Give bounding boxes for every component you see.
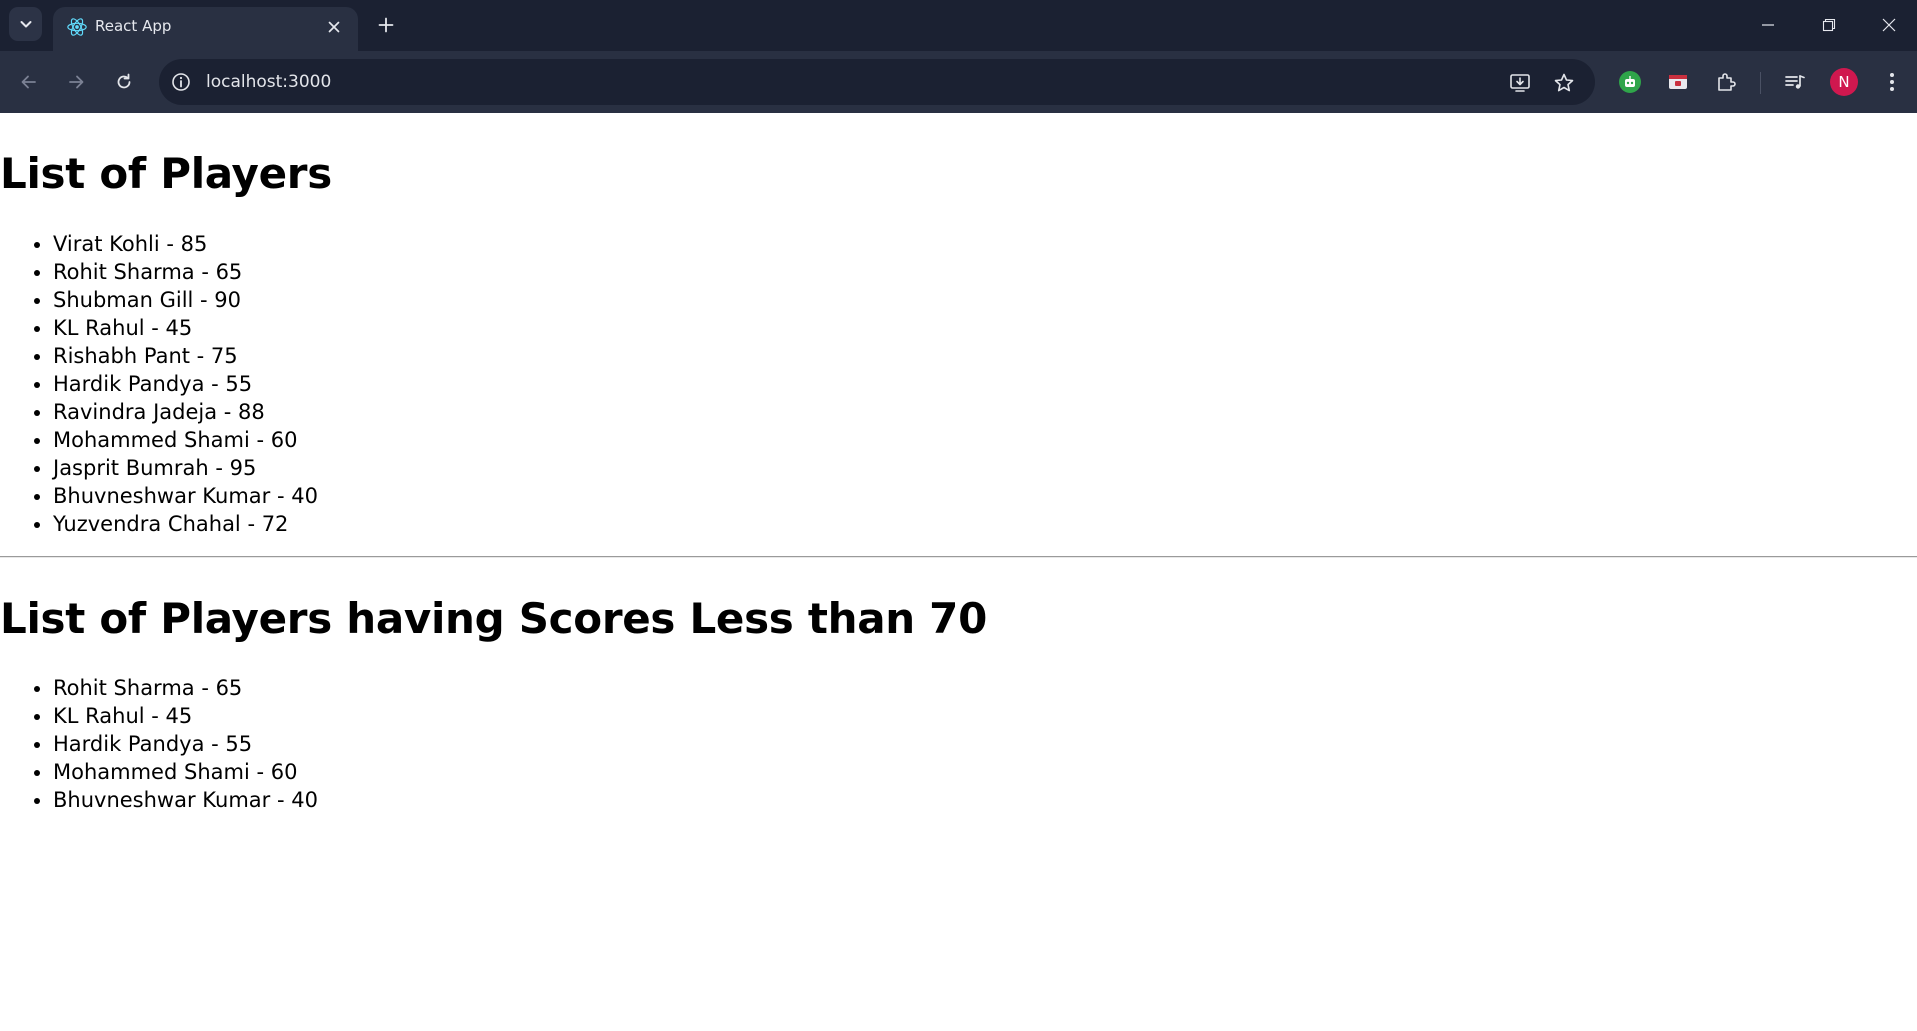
- extension-wallet-button[interactable]: [1662, 66, 1694, 98]
- media-control-icon: [1785, 75, 1805, 89]
- extensions-button[interactable]: [1710, 66, 1742, 98]
- list-item: Bhuvneshwar Kumar - 40: [53, 786, 318, 814]
- list-item: Ravindra Jadeja - 88: [53, 398, 318, 426]
- install-app-icon: [1510, 74, 1530, 92]
- profile-avatar[interactable]: N: [1830, 68, 1858, 96]
- list-item: Hardik Pandya - 55: [53, 370, 318, 398]
- browser-menu-button[interactable]: [1876, 66, 1908, 98]
- filtered-players-heading: List of Players having Scores Less than …: [0, 594, 988, 643]
- section-divider: [0, 556, 1917, 558]
- restore-icon: [1822, 18, 1836, 32]
- tab-strip: React App: [0, 0, 1917, 51]
- bookmark-star-button[interactable]: [1551, 70, 1577, 96]
- chevron-down-icon: [20, 21, 31, 28]
- info-icon: [172, 73, 190, 91]
- tab-close-button[interactable]: [324, 17, 344, 37]
- tab-search-button[interactable]: [9, 7, 42, 41]
- list-item: Hardik Pandya - 55: [53, 730, 318, 758]
- restore-button[interactable]: [1806, 10, 1852, 40]
- media-control-button[interactable]: [1779, 66, 1811, 98]
- list-item: Rohit Sharma - 65: [53, 258, 318, 286]
- menu-kebab-icon: [1890, 73, 1894, 91]
- close-icon: [328, 21, 340, 33]
- extension-robot-icon: [1619, 71, 1641, 93]
- list-item: Virat Kohli - 85: [53, 230, 318, 258]
- window-close-button[interactable]: [1866, 10, 1912, 40]
- page-content: List of Players Virat Kohli - 85 Rohit S…: [0, 113, 1917, 1031]
- site-info-button[interactable]: [169, 70, 193, 94]
- filtered-players-list: Rohit Sharma - 65 KL Rahul - 45 Hardik P…: [0, 674, 318, 814]
- star-icon: [1554, 73, 1574, 92]
- list-item: Mohammed Shami - 60: [53, 426, 318, 454]
- window-close-icon: [1882, 18, 1896, 32]
- minimize-icon: [1762, 24, 1774, 26]
- react-favicon-icon: [67, 18, 87, 36]
- list-item: Yuzvendra Chahal - 72: [53, 510, 318, 538]
- list-item: Bhuvneshwar Kumar - 40: [53, 482, 318, 510]
- back-button[interactable]: [13, 66, 45, 98]
- list-item: KL Rahul - 45: [53, 702, 318, 730]
- list-item: Rohit Sharma - 65: [53, 674, 318, 702]
- tab-react-app[interactable]: React App: [53, 7, 358, 51]
- tab-title: React App: [95, 17, 172, 35]
- toolbar-separator: [1760, 72, 1761, 94]
- minimize-button[interactable]: [1745, 10, 1791, 40]
- extension-robot-button[interactable]: [1614, 66, 1646, 98]
- plus-icon: [378, 17, 394, 33]
- browser-toolbar: localhost:3000: [0, 51, 1917, 113]
- address-bar[interactable]: localhost:3000: [159, 59, 1595, 105]
- list-item: Jasprit Bumrah - 95: [53, 454, 318, 482]
- players-heading: List of Players: [0, 149, 332, 198]
- install-app-button[interactable]: [1507, 70, 1533, 96]
- players-list: Virat Kohli - 85 Rohit Sharma - 65 Shubm…: [0, 230, 318, 538]
- url-text[interactable]: localhost:3000: [206, 72, 331, 92]
- forward-button[interactable]: [60, 66, 92, 98]
- reload-icon: [117, 73, 131, 89]
- list-item: Rishabh Pant - 75: [53, 342, 318, 370]
- back-icon: [21, 75, 36, 89]
- forward-icon: [69, 75, 84, 89]
- extension-wallet-icon: [1669, 75, 1687, 89]
- list-item: Mohammed Shami - 60: [53, 758, 318, 786]
- new-tab-button[interactable]: [373, 12, 399, 38]
- reload-button[interactable]: [108, 66, 140, 98]
- list-item: KL Rahul - 45: [53, 314, 318, 342]
- extensions-puzzle-icon: [1718, 73, 1736, 91]
- list-item: Shubman Gill - 90: [53, 286, 318, 314]
